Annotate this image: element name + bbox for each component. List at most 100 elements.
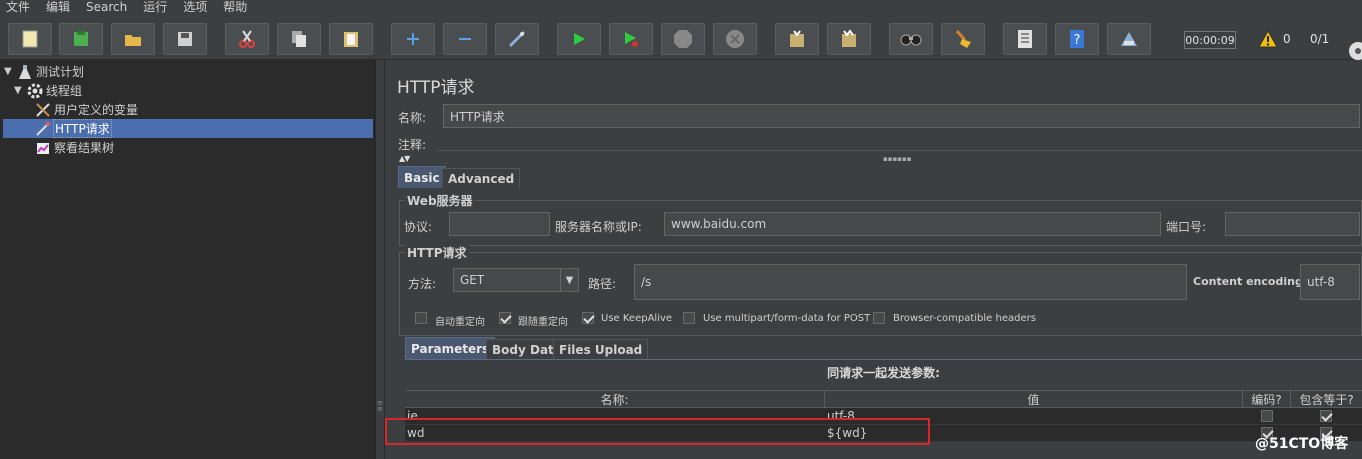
server-label: 服务器名称或IP: — [555, 220, 642, 234]
search-button[interactable] — [889, 23, 933, 55]
multipart-label: Use multipart/form-data for POST — [703, 313, 871, 324]
protocol-field[interactable] — [449, 212, 550, 236]
remote-start-button[interactable] — [1107, 23, 1151, 55]
encoding-field[interactable]: utf-8 — [1300, 264, 1360, 300]
multipart-checkbox[interactable] — [683, 312, 695, 324]
menu-search[interactable]: Search — [86, 1, 127, 13]
globe-icon[interactable] — [1346, 42, 1362, 60]
encode-checkbox[interactable] — [1261, 410, 1273, 422]
thread-group-icon — [26, 83, 44, 99]
follow-redirect-checkbox[interactable] — [499, 312, 511, 324]
horizontal-splitter-grip[interactable]: ▪▪▪▪▪▪ — [883, 155, 911, 163]
new-button[interactable] — [8, 23, 52, 55]
start-icon — [574, 33, 585, 45]
shutdown-button[interactable] — [713, 23, 757, 55]
cut-icon — [239, 30, 255, 48]
toggle-button[interactable] — [495, 23, 539, 55]
expand-icon — [407, 33, 419, 45]
tree-item-test-plan[interactable]: ▼ 测试计划 — [4, 62, 84, 81]
tab-files-upload[interactable]: Files Upload — [553, 339, 649, 359]
param-name[interactable]: wd — [405, 425, 825, 441]
http-request-group-title: HTTP请求 — [405, 244, 469, 261]
paste-button[interactable] — [329, 23, 373, 55]
paste-icon — [344, 32, 358, 47]
page-title: HTTP请求 — [397, 78, 475, 98]
param-value[interactable]: ${wd} — [825, 425, 1243, 441]
error-count: 0 — [1283, 32, 1291, 46]
param-value[interactable]: utf-8 — [825, 408, 1243, 424]
menu-help[interactable]: 帮助 — [223, 1, 247, 13]
templates-button[interactable] — [59, 23, 103, 55]
help-icon: ? — [1070, 30, 1084, 48]
path-label: 路径: — [588, 277, 617, 291]
toggle-icon — [508, 30, 526, 48]
menu-file[interactable]: 文件 — [6, 1, 30, 13]
keepalive-label: Use KeepAlive — [601, 313, 673, 324]
search-icon — [900, 34, 922, 46]
clear-button[interactable] — [775, 23, 819, 55]
stop-button[interactable] — [661, 23, 705, 55]
watermark: @51CTO博客 — [1255, 436, 1349, 452]
new-icon — [22, 30, 38, 48]
copy-icon — [292, 31, 306, 47]
menu-options[interactable]: 选项 — [183, 1, 207, 13]
expand-arrow-icon[interactable]: ▼ — [4, 66, 16, 77]
copy-button[interactable] — [277, 23, 321, 55]
comment-label: 注释: — [398, 138, 427, 152]
method-value: GET — [460, 273, 485, 287]
auto-redirect-checkbox[interactable] — [415, 312, 427, 324]
open-button[interactable] — [111, 23, 155, 55]
warning-icon[interactable] — [1258, 30, 1278, 48]
reset-search-icon — [955, 30, 971, 48]
table-row[interactable]: wd ${wd} — [405, 425, 1362, 442]
parameters-table-header: 名称: 值 编码? 包含等于? — [405, 390, 1362, 408]
function-helper-icon — [1018, 30, 1032, 48]
tab-parameters[interactable]: Parameters — [405, 337, 496, 359]
tab-advanced[interactable]: Advanced — [442, 168, 521, 188]
collapse-arrows-icon[interactable]: ▲▼ — [399, 154, 410, 163]
start-button[interactable] — [557, 23, 601, 55]
parameters-heading: 同请求一起发送参数: — [827, 366, 940, 380]
column-header-value[interactable]: 值 — [825, 391, 1243, 408]
port-field[interactable] — [1225, 212, 1360, 236]
param-name[interactable]: ie — [405, 408, 825, 424]
start-no-pauses-button[interactable] — [609, 23, 653, 55]
include-equals-checkbox[interactable] — [1320, 410, 1332, 422]
sub-tab-divider — [405, 359, 1362, 360]
pane-splitter[interactable]: ≡ ≡ — [375, 60, 385, 459]
menu-run[interactable]: 运行 — [143, 1, 167, 13]
keepalive-checkbox[interactable] — [582, 312, 594, 324]
clear-all-button[interactable] — [827, 23, 871, 55]
collapse-all-button[interactable] — [443, 23, 487, 55]
web-server-group-title: Web服务器 — [405, 192, 475, 209]
tree-item-http-request[interactable]: HTTP请求 — [3, 119, 373, 138]
browser-headers-checkbox[interactable] — [873, 312, 885, 324]
tree-item-thread-group[interactable]: ▼ 线程组 — [14, 81, 82, 100]
column-header-name[interactable]: 名称: — [405, 391, 825, 408]
browser-headers-label: Browser-compatible headers — [893, 313, 1036, 324]
name-field[interactable]: HTTP请求 — [443, 104, 1360, 128]
chevron-down-icon[interactable]: ▼ — [560, 269, 578, 291]
column-header-encode[interactable]: 编码? — [1243, 391, 1291, 408]
expand-all-button[interactable] — [391, 23, 435, 55]
elapsed-timer: 00:00:09 — [1184, 31, 1236, 49]
tree-item-results-tree[interactable]: 察看结果树 — [34, 138, 114, 157]
collapse-icon — [459, 38, 471, 40]
tab-basic[interactable]: Basic — [398, 166, 446, 188]
path-field[interactable]: /s — [634, 264, 1187, 300]
menu-edit[interactable]: 编辑 — [46, 1, 70, 13]
cut-button[interactable] — [225, 23, 269, 55]
expand-arrow-icon[interactable]: ▼ — [14, 85, 26, 96]
method-select[interactable]: GET ▼ — [453, 268, 579, 292]
column-header-include-equals[interactable]: 包含等于? — [1291, 391, 1362, 408]
server-field[interactable]: www.baidu.com — [664, 212, 1161, 236]
help-button[interactable]: ? — [1055, 23, 1099, 55]
tree-item-user-variables[interactable]: 用户定义的变量 — [34, 100, 138, 119]
save-button[interactable] — [163, 23, 207, 55]
reset-search-button[interactable] — [941, 23, 985, 55]
clear-icon — [790, 30, 804, 47]
function-helper-button[interactable] — [1003, 23, 1047, 55]
save-icon — [178, 32, 192, 46]
comment-field[interactable] — [437, 150, 1362, 151]
table-row[interactable]: ie utf-8 — [405, 408, 1362, 425]
